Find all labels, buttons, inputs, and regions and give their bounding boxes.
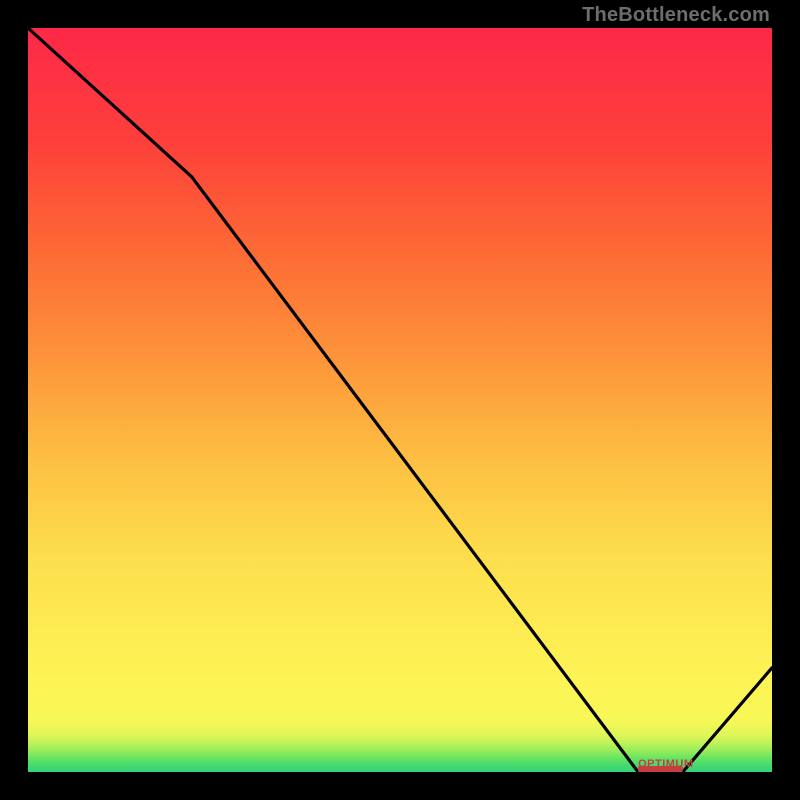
chart-plot xyxy=(28,28,772,772)
chart-frame: OPTIMUM xyxy=(28,28,772,772)
watermark-text: TheBottleneck.com xyxy=(582,4,770,27)
optimum-label: OPTIMUM xyxy=(638,758,693,770)
chart-background xyxy=(28,28,772,772)
